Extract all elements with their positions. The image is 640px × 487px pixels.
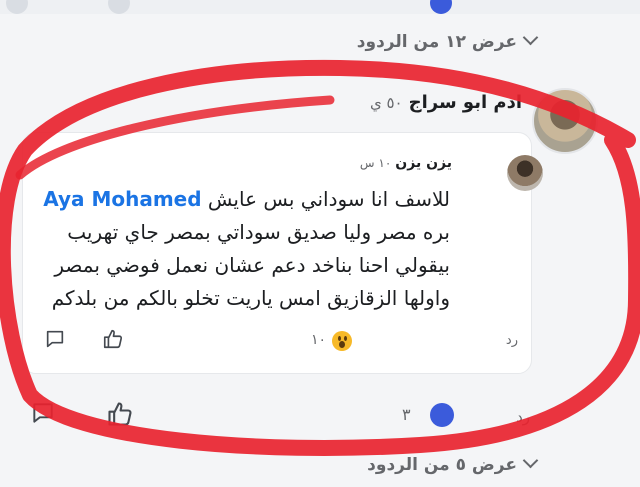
reply-body: للاسف انا سوداني بس عايش Aya Mohamed بره… (30, 183, 450, 315)
comment-time: ٥٠ ي (369, 94, 403, 112)
reply-author[interactable]: يزن يزن (395, 155, 452, 171)
reply-line-2: بره مصر وليا صديق سوداتي بمصر جاي تهريب (67, 220, 450, 244)
comment-reply-button[interactable]: رد (516, 408, 530, 426)
comment-reaction-count[interactable]: ٣ (402, 405, 411, 424)
like-icon[interactable] (102, 328, 124, 350)
reply-time: ١٠ س (359, 156, 392, 170)
chevron-down-icon (522, 29, 539, 46)
reply-author-line: يزن يزن١٠ س (360, 155, 452, 171)
reaction-icon (430, 403, 454, 427)
avatar[interactable] (507, 155, 543, 191)
comment-author-line: ادم ابو سراج ٥٠ ي (370, 92, 522, 113)
comment-author[interactable]: ادم ابو سراج (409, 92, 522, 113)
chevron-down-icon (522, 452, 539, 469)
reaction-count[interactable]: ١٠ (311, 332, 326, 348)
view-more-replies-link[interactable]: عرض ٥ من الردود (367, 452, 539, 475)
reply-button[interactable]: رد (506, 333, 518, 348)
cropped-top-row (0, 0, 640, 14)
comment-icon[interactable] (44, 328, 66, 350)
reply-line-3: بيقولي احنا بناخد دعم عشان نعمل فوضي بمص… (54, 253, 450, 277)
reply-line-4: واولها الزقازيق امس ياريت تخلو بالكم من … (51, 286, 450, 310)
avatar[interactable] (532, 88, 598, 154)
mention-link[interactable]: Aya Mohamed (43, 187, 201, 211)
wow-reaction-icon (332, 331, 352, 351)
comment-icon[interactable] (30, 400, 56, 426)
like-icon[interactable] (106, 400, 134, 428)
reply-line-1: للاسف انا سوداني بس عايش Aya Mohamed (43, 187, 450, 211)
view-more-replies-link[interactable]: عرض ١٢ من الردود (357, 29, 539, 52)
